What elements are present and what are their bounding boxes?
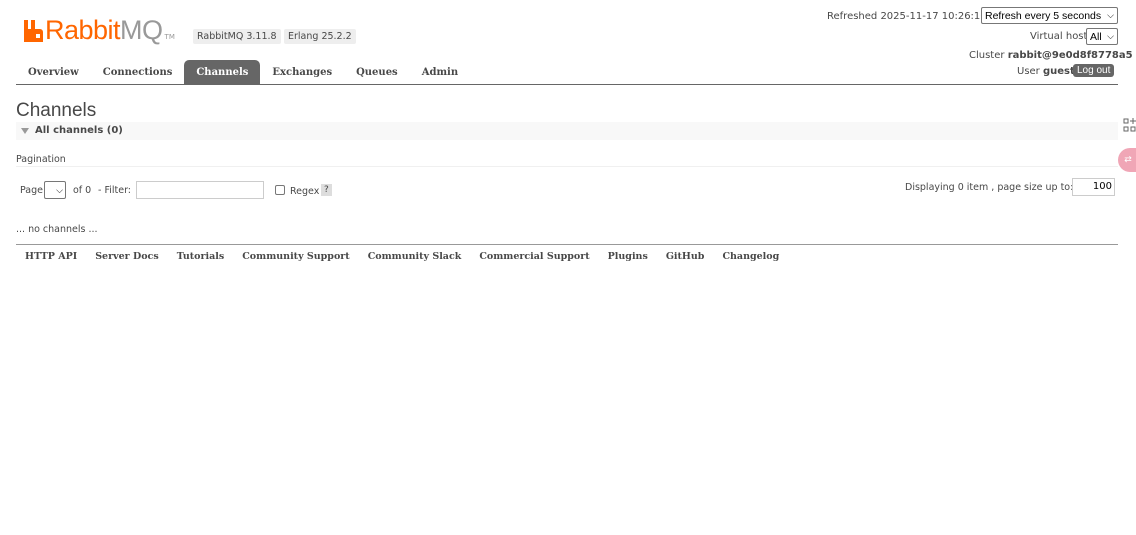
cluster-info: Cluster rabbit@9e0d8f8778a5 bbox=[969, 50, 1133, 61]
all-channels-section-toggle[interactable]: All channels (0) bbox=[16, 122, 1118, 140]
footer-link-community-slack[interactable]: Community Slack bbox=[359, 251, 471, 262]
page-select[interactable]: ⌵ bbox=[44, 181, 66, 199]
user-name: guest bbox=[1042, 66, 1075, 77]
rabbitmq-logo-icon bbox=[24, 20, 43, 42]
footer-link-plugins[interactable]: Plugins bbox=[599, 251, 657, 262]
regex-help-button[interactable]: ? bbox=[321, 184, 332, 196]
displaying-count-label: Displaying 0 item , page size up to: bbox=[905, 182, 1074, 193]
refreshed-timestamp: Refreshed 2025-11-17 10:26:16 bbox=[827, 11, 987, 22]
page-title: Channels bbox=[16, 100, 97, 121]
trademark-mark: TM bbox=[164, 33, 175, 41]
logout-button[interactable]: Log out bbox=[1073, 64, 1115, 77]
regex-label: Regex bbox=[290, 186, 320, 197]
refresh-interval-value: Refresh every 5 seconds bbox=[985, 9, 1102, 22]
regex-checkbox[interactable] bbox=[275, 185, 285, 195]
user-label: User bbox=[1017, 66, 1040, 77]
filter-input[interactable] bbox=[136, 181, 264, 199]
logo-text: RabbitMQ bbox=[45, 15, 163, 45]
main-nav-tabs: Overview Connections Channels Exchanges … bbox=[16, 60, 470, 85]
chevron-down-icon: ⌵ bbox=[56, 184, 63, 195]
chevron-down-icon: ⌵ bbox=[1107, 10, 1114, 20]
chevron-down-icon: ⌵ bbox=[1107, 31, 1114, 41]
triangle-down-icon bbox=[21, 128, 29, 134]
virtual-host-label: Virtual host bbox=[1030, 31, 1088, 42]
footer-link-tutorials[interactable]: Tutorials bbox=[168, 251, 234, 262]
grid-plus-icon[interactable] bbox=[1121, 117, 1136, 135]
tab-exchanges[interactable]: Exchanges bbox=[260, 60, 344, 84]
rabbitmq-logo[interactable]: RabbitMQ TM bbox=[24, 16, 175, 44]
section-label: All channels (0) bbox=[35, 125, 123, 136]
virtual-host-select[interactable]: All ⌵ bbox=[1086, 28, 1118, 45]
tabs-divider bbox=[16, 84, 1118, 85]
virtual-host-value: All bbox=[1090, 30, 1102, 43]
refresh-interval-select[interactable]: Refresh every 5 seconds ⌵ bbox=[981, 7, 1118, 24]
page-label: Page bbox=[20, 185, 43, 196]
filter-label: - Filter: bbox=[98, 185, 132, 196]
pagination-label: Pagination bbox=[16, 154, 66, 165]
tab-queues[interactable]: Queues bbox=[344, 60, 410, 84]
footer-link-http-api[interactable]: HTTP API bbox=[16, 251, 86, 262]
page-count-label: of 0 bbox=[73, 185, 92, 196]
user-info: User guest bbox=[1017, 66, 1075, 77]
cluster-label: Cluster bbox=[969, 50, 1005, 61]
tab-channels[interactable]: Channels bbox=[184, 60, 261, 84]
erlang-version-badge: Erlang 25.2.2 bbox=[284, 29, 356, 44]
empty-state-message: ... no channels ... bbox=[16, 224, 98, 235]
footer-link-community-support[interactable]: Community Support bbox=[233, 251, 358, 262]
footer-divider bbox=[16, 244, 1118, 245]
tab-admin[interactable]: Admin bbox=[410, 60, 470, 84]
footer-link-github[interactable]: GitHub bbox=[657, 251, 714, 262]
rabbitmq-version-badge: RabbitMQ 3.11.8 bbox=[193, 29, 281, 44]
footer-links: HTTP API Server Docs Tutorials Community… bbox=[16, 251, 788, 262]
page-size-input[interactable]: 100 bbox=[1072, 178, 1115, 196]
translate-icon[interactable]: ⇄ bbox=[1118, 148, 1136, 172]
tab-overview[interactable]: Overview bbox=[16, 60, 91, 84]
footer-link-server-docs[interactable]: Server Docs bbox=[86, 251, 168, 262]
cluster-name: rabbit@9e0d8f8778a5 bbox=[1007, 50, 1133, 61]
footer-link-commercial-support[interactable]: Commercial Support bbox=[470, 251, 598, 262]
footer-link-changelog[interactable]: Changelog bbox=[713, 251, 788, 262]
tab-connections[interactable]: Connections bbox=[91, 60, 185, 84]
pagination-divider bbox=[16, 166, 1118, 167]
